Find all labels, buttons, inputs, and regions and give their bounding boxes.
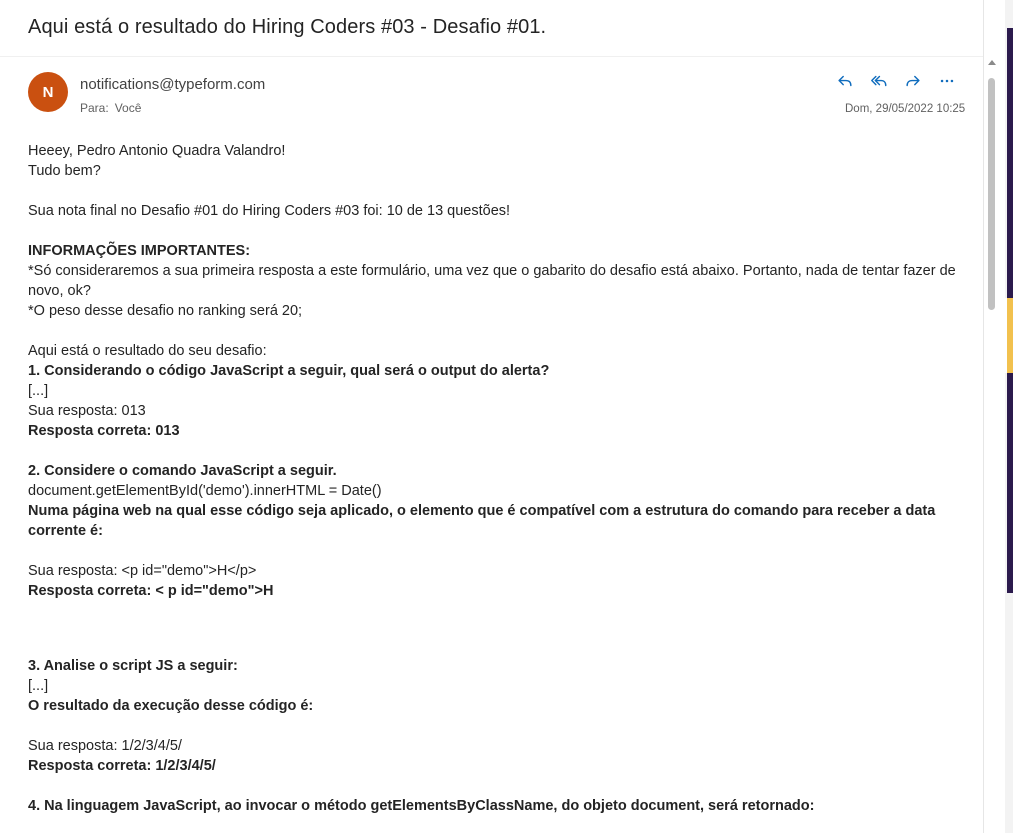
scroll-up-arrow-icon[interactable]: [988, 60, 996, 65]
sent-date: Dom, 29/05/2022 10:25: [845, 103, 966, 115]
more-icon: [940, 79, 954, 83]
how-are-you: Tudo bem?: [28, 163, 101, 179]
results-intro: Aqui está o resultado do seu desafio:: [28, 343, 267, 359]
to-label: Para:: [80, 101, 109, 115]
reading-pane: Aqui está o resultado do Hiring Coders #…: [0, 0, 983, 833]
question-2-correct: Resposta correta: < p id="demo">H: [28, 583, 274, 599]
question-1-correct: Resposta correta: 013: [28, 423, 180, 439]
score-line: Sua nota final no Desafio #01 do Hiring …: [28, 203, 511, 219]
reply-button[interactable]: [828, 68, 862, 94]
question-1-ellipsis: [...]: [28, 383, 49, 399]
question-3-question: O resultado da execução desse código é:: [28, 698, 314, 714]
question-3-ellipsis: [...]: [28, 678, 49, 694]
question-3-correct: Resposta correta: 1/2/3/4/5/: [28, 758, 216, 774]
subject-divider: [0, 56, 983, 57]
important-note-1: *Só consideraremos a sua primeira respos…: [28, 263, 956, 299]
recipient-line: Para: Você: [80, 101, 147, 115]
sender-address[interactable]: notifications@typeform.com: [80, 76, 265, 93]
question-1-title: 1. Considerando o código JavaScript a se…: [28, 363, 550, 379]
to-value[interactable]: Você: [115, 101, 142, 115]
reply-icon: [838, 75, 852, 87]
reply-all-icon: [871, 75, 887, 87]
question-2-question: Numa página web na qual esse código seja…: [28, 503, 936, 539]
question-2-title: 2. Considere o comando JavaScript a segu…: [28, 463, 337, 479]
question-2-code: document.getElementById('demo').innerHTM…: [28, 483, 382, 499]
sender-avatar[interactable]: N: [28, 72, 68, 112]
side-panel-accent: [1007, 298, 1013, 373]
scrollbar-thumb[interactable]: [988, 78, 995, 310]
pane-divider: [983, 0, 984, 833]
question-2-answer: Sua resposta: <p id="demo">H</p>: [28, 563, 257, 579]
reply-all-button[interactable]: [862, 68, 896, 94]
email-subject: Aqui está o resultado do Hiring Coders #…: [28, 16, 547, 38]
more-actions-button[interactable]: [930, 68, 964, 94]
message-actions: [828, 68, 964, 94]
greeting: Heeey, Pedro Antonio Quadra Valandro!: [28, 143, 286, 159]
question-1-answer: Sua resposta: 013: [28, 403, 146, 419]
question-3-answer: Sua resposta: 1/2/3/4/5/: [28, 738, 182, 754]
important-title: INFORMAÇÕES IMPORTANTES:: [28, 243, 251, 259]
forward-icon: [906, 75, 920, 87]
important-note-2: *O peso desse desafio no ranking será 20…: [28, 303, 303, 319]
question-4-title: 4. Na linguagem JavaScript, ao invocar o…: [28, 798, 815, 814]
question-3-title: 3. Analise o script JS a seguir:: [28, 658, 238, 674]
email-body: Heeey, Pedro Antonio Quadra Valandro! Tu…: [28, 141, 963, 816]
forward-button[interactable]: [896, 68, 930, 94]
